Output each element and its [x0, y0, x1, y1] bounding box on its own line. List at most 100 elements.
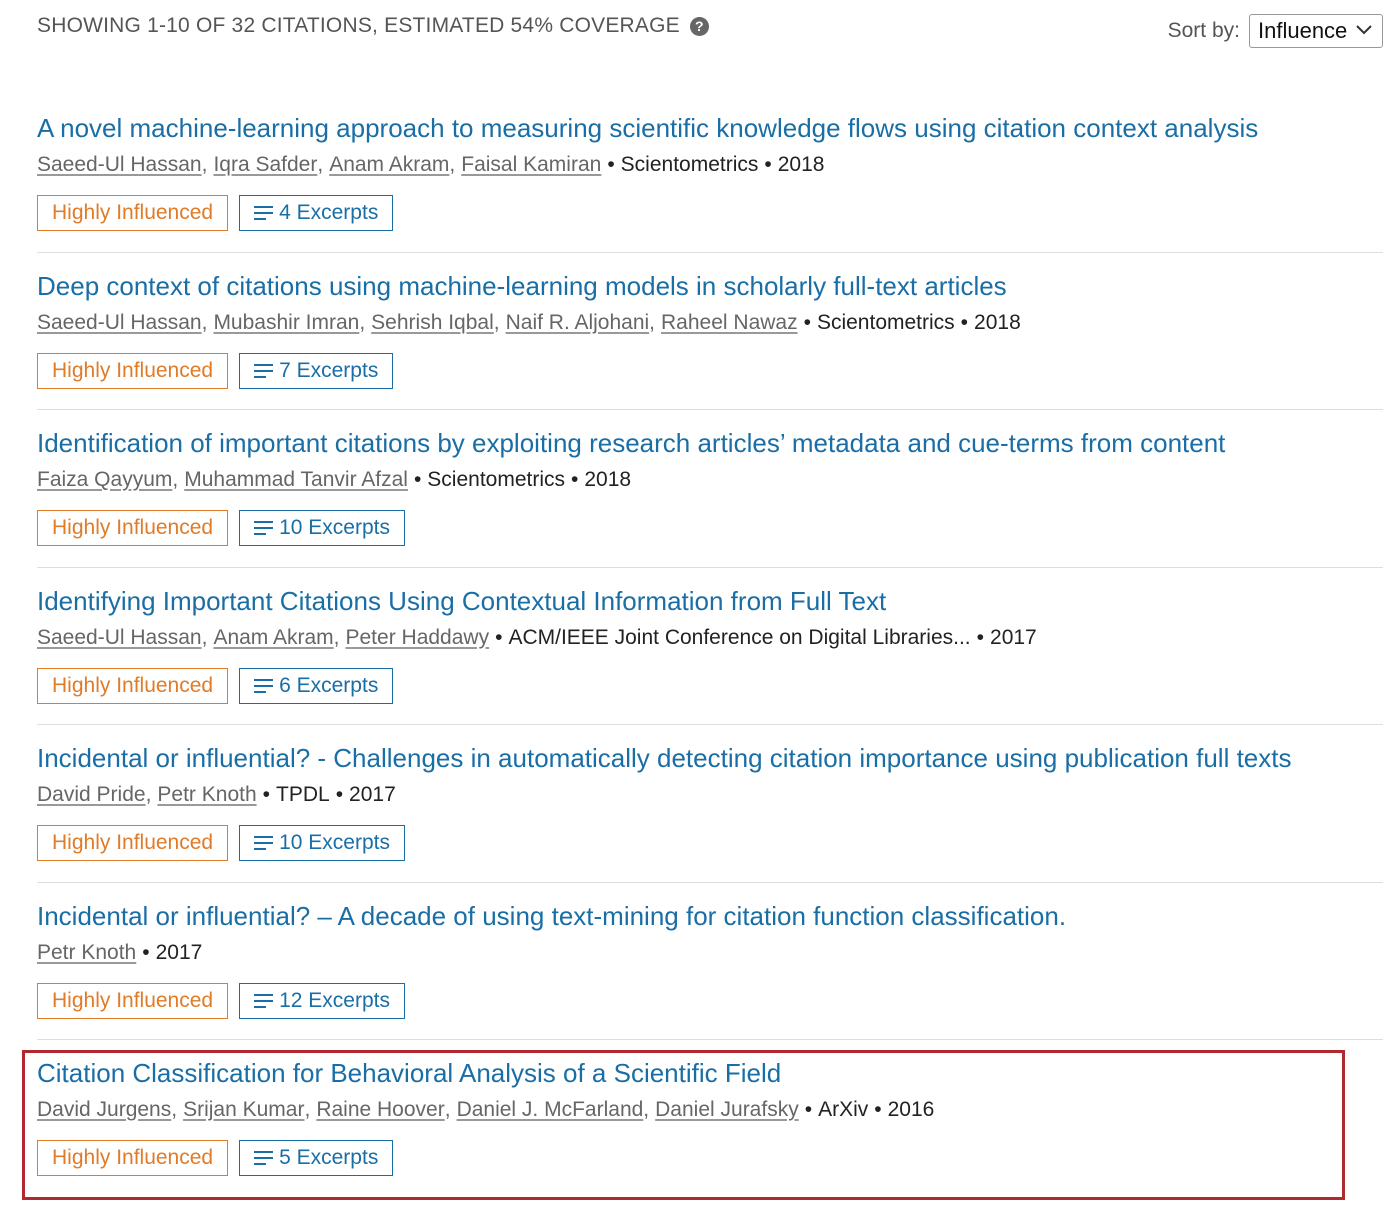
- author-link[interactable]: Faisal Kamiran: [461, 153, 601, 177]
- citation-year: 2017: [349, 783, 396, 806]
- highly-influenced-badge[interactable]: Highly Influenced: [37, 1140, 229, 1176]
- chevron-down-icon: [1356, 25, 1372, 35]
- lines-icon: [254, 521, 274, 535]
- author-separator: ,: [304, 1098, 311, 1121]
- highly-influenced-badge[interactable]: Highly Influenced: [37, 982, 229, 1019]
- sort-control: Sort by: Influence: [1168, 14, 1383, 48]
- meta-dot: •: [976, 625, 985, 649]
- citation-meta: Saeed-Ul Hassan, Mubashir Imran, Sehrish I…: [37, 311, 1021, 335]
- author-separator: ,: [493, 310, 500, 334]
- excerpts-button[interactable]: 7 Excerpts: [239, 352, 394, 389]
- meta-dot: •: [262, 783, 270, 806]
- author-link[interactable]: David Pride: [37, 783, 146, 807]
- author-separator: ,: [201, 310, 208, 334]
- author-separator: ,: [171, 1098, 178, 1121]
- citation-title-link[interactable]: Citation Classification for Behavioral A…: [37, 1058, 781, 1089]
- citation-meta: David Jurgens, Srijan Kumar, Raine Hoover,…: [37, 1098, 934, 1122]
- meta-dot: •: [335, 783, 344, 806]
- author-link[interactable]: Anam Akram: [329, 153, 449, 177]
- citation-year: 2017: [990, 625, 1037, 649]
- excerpts-label: 10 Excerpts: [279, 516, 390, 539]
- excerpts-label: 4 Excerpts: [279, 201, 379, 224]
- author-link[interactable]: Peter Haddawy: [346, 626, 490, 650]
- author-link[interactable]: Naif R. Aljohani: [506, 311, 650, 335]
- meta-dot: •: [803, 310, 811, 334]
- results-count-text: SHOWING 1-10 OF 32 CITATIONS, ESTIMATED …: [37, 14, 680, 37]
- citation-meta: David Pride, Petr Knoth • TPDL • 2017: [37, 783, 396, 807]
- author-separator: ,: [333, 625, 340, 649]
- excerpts-button[interactable]: 4 Excerpts: [239, 195, 394, 231]
- citation-badges: Highly Influenced 12 Excerpts: [37, 982, 405, 1019]
- citation-title-link[interactable]: Identifying Important Citations Using Co…: [37, 586, 886, 617]
- meta-dot: •: [960, 310, 969, 334]
- author-link[interactable]: Raheel Nawaz: [661, 311, 798, 335]
- excerpts-button[interactable]: 10 Excerpts: [239, 825, 405, 861]
- citation-meta: Saeed-Ul Hassan, Anam Akram, Peter Haddawy…: [37, 626, 1037, 650]
- sort-selected-value: Influence: [1258, 18, 1348, 43]
- citation-venue: Scientometrics: [427, 468, 566, 491]
- highly-influenced-badge[interactable]: Highly Influenced: [37, 825, 229, 861]
- citation-venue: Scientometrics: [816, 310, 955, 334]
- lines-icon: [254, 993, 274, 1008]
- excerpts-label: 12 Excerpts: [279, 988, 390, 1012]
- lines-icon: [254, 1151, 274, 1165]
- highly-influenced-badge[interactable]: Highly Influenced: [37, 510, 229, 546]
- author-link[interactable]: Iqra Safder: [213, 153, 317, 177]
- meta-dot: •: [495, 625, 503, 649]
- author-separator: ,: [145, 783, 152, 806]
- meta-dot: •: [874, 1098, 882, 1121]
- author-separator: ,: [201, 153, 208, 176]
- sort-label: Sort by:: [1167, 19, 1240, 42]
- author-link[interactable]: Daniel J. McFarland: [457, 1098, 644, 1122]
- citation-list: A novel machine-learning approach to mea…: [37, 95, 1383, 1198]
- highly-influenced-badge[interactable]: Highly Influenced: [37, 667, 229, 704]
- author-link[interactable]: David Jurgens: [37, 1098, 171, 1122]
- citation-venue: TPDL: [276, 783, 330, 806]
- citation-item: Identifying Important Citations Using Co…: [37, 568, 1383, 725]
- citation-year: 2018: [584, 468, 632, 491]
- sort-select[interactable]: Influence: [1249, 14, 1383, 48]
- citation-year: 2018: [974, 310, 1021, 334]
- excerpts-button[interactable]: 10 Excerpts: [239, 510, 405, 546]
- citation-title-link[interactable]: Incidental or influential? - Challenges …: [37, 743, 1292, 774]
- results-summary: SHOWING 1-10 OF 32 CITATIONS, ESTIMATED …: [37, 14, 709, 38]
- author-link[interactable]: Petr Knoth: [157, 783, 256, 807]
- meta-dot: •: [607, 153, 615, 176]
- highly-influenced-badge[interactable]: Highly Influenced: [37, 352, 229, 389]
- citation-item: Incidental or influential? – A decade of…: [37, 883, 1383, 1040]
- author-separator: ,: [172, 468, 179, 491]
- citation-title-link[interactable]: A novel machine-learning approach to mea…: [37, 113, 1258, 144]
- author-link[interactable]: Srijan Kumar: [183, 1098, 304, 1122]
- author-link[interactable]: Sehrish Iqbal: [371, 311, 494, 335]
- author-link[interactable]: Saeed-Ul Hassan: [37, 153, 202, 177]
- citation-title-link[interactable]: Incidental or influential? – A decade of…: [37, 901, 1066, 932]
- author-link[interactable]: Faiza Qayyum: [37, 468, 172, 492]
- author-link[interactable]: Daniel Jurafsky: [655, 1098, 799, 1122]
- citation-item: A novel machine-learning approach to mea…: [37, 95, 1383, 253]
- author-link[interactable]: Saeed-Ul Hassan: [37, 311, 202, 335]
- citation-venue: ArXiv: [818, 1098, 869, 1121]
- excerpts-label: 10 Excerpts: [279, 831, 390, 854]
- author-link[interactable]: Muhammad Tanvir Afzal: [184, 468, 408, 492]
- citation-badges: Highly Influenced 10 Excerpts: [37, 825, 405, 861]
- citation-title-link[interactable]: Deep context of citations using machine-…: [37, 271, 1007, 302]
- author-separator: ,: [449, 153, 456, 176]
- author-link[interactable]: Anam Akram: [213, 626, 333, 650]
- citation-venue: Scientometrics: [620, 153, 759, 176]
- results-header: SHOWING 1-10 OF 32 CITATIONS, ESTIMATED …: [37, 12, 1383, 52]
- excerpts-button[interactable]: 5 Excerpts: [239, 1140, 394, 1176]
- citation-title-link[interactable]: Identification of important citations by…: [37, 428, 1225, 459]
- author-link[interactable]: Mubashir Imran: [213, 311, 359, 335]
- author-link[interactable]: Saeed-Ul Hassan: [37, 626, 202, 650]
- citation-badges: Highly Influenced 5 Excerpts: [37, 1140, 394, 1176]
- excerpts-button[interactable]: 6 Excerpts: [239, 667, 394, 704]
- author-link[interactable]: Petr Knoth: [37, 941, 136, 965]
- meta-dot: •: [413, 468, 422, 491]
- excerpts-button[interactable]: 12 Excerpts: [239, 982, 405, 1019]
- author-link[interactable]: Raine Hoover: [316, 1098, 444, 1122]
- citation-badges: Highly Influenced 4 Excerpts: [37, 195, 394, 231]
- author-separator: ,: [201, 625, 208, 649]
- highly-influenced-badge[interactable]: Highly Influenced: [37, 195, 229, 231]
- citation-meta: Faiza Qayyum, Muhammad Tanvir Afzal • Scien…: [37, 468, 631, 492]
- question-circle-icon[interactable]: ?: [689, 16, 709, 36]
